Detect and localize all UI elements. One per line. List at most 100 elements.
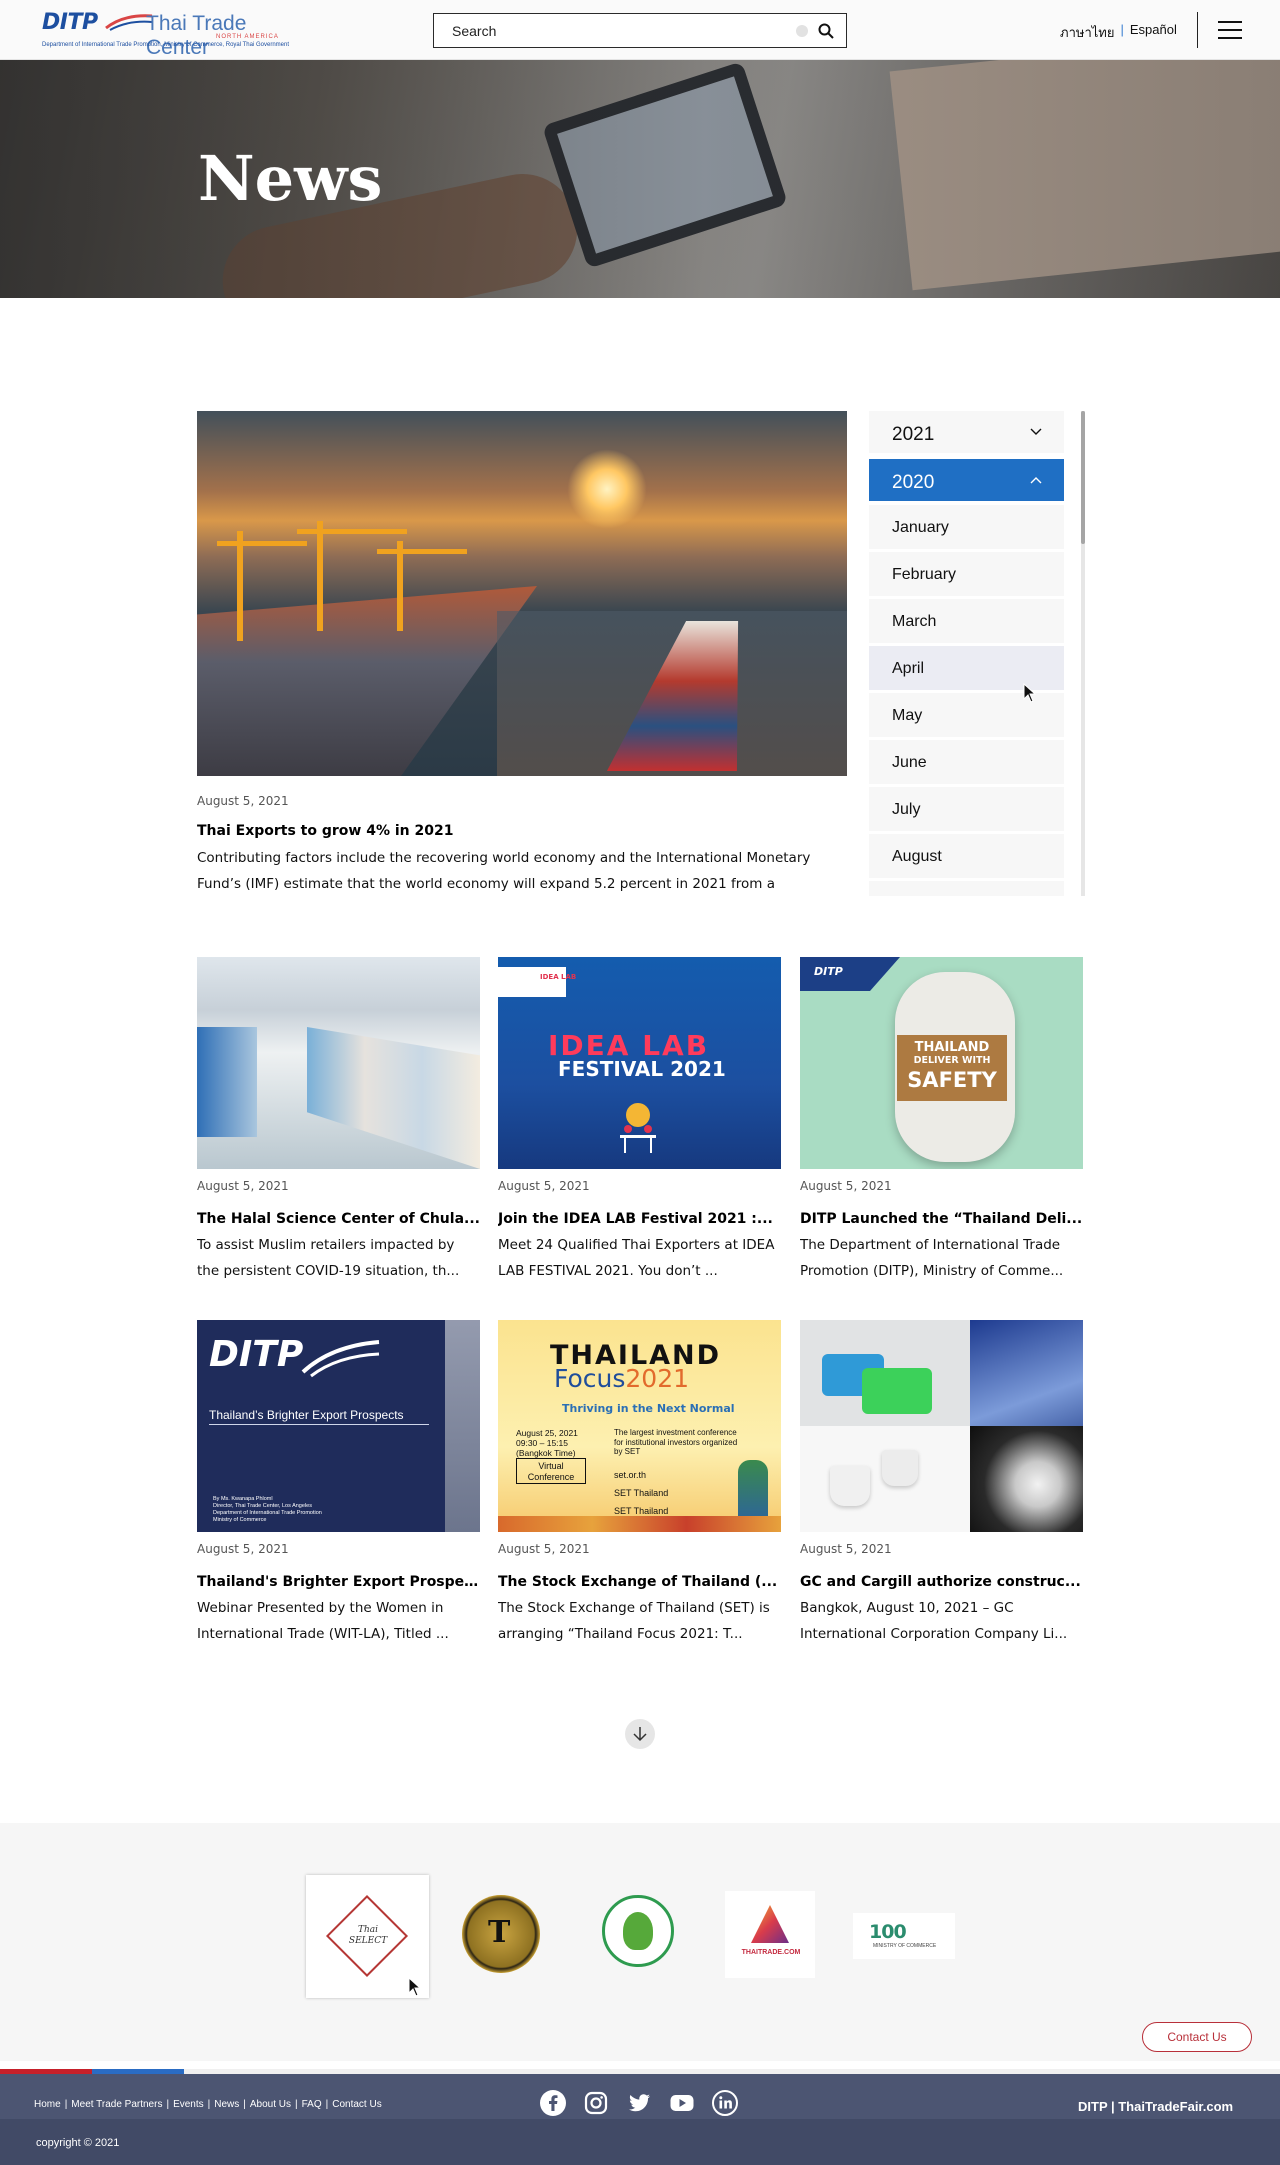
article-excerpt: Meet 24 Qualified Thai Exporters at IDEA… bbox=[498, 1237, 775, 1279]
idea-lab-tag bbox=[498, 967, 566, 997]
article-image-idea-lab[interactable]: IDEA LAB IDEA LAB FESTIVAL 2021 bbox=[498, 957, 781, 1169]
hamburger-menu-icon[interactable] bbox=[1218, 21, 1242, 39]
footer-brand[interactable]: DITP | ThaiTradeFair.com bbox=[1078, 2099, 1233, 2114]
facebook-icon[interactable] bbox=[540, 2090, 566, 2116]
archive-month-march[interactable]: March bbox=[869, 599, 1064, 645]
search-box bbox=[433, 13, 847, 48]
thailand-line: THAILAND bbox=[914, 1040, 990, 1055]
footer-link-contact-us[interactable]: Contact Us bbox=[332, 2099, 381, 2110]
commerce-100-label: MINISTRY OF COMMERCE bbox=[873, 1943, 937, 1949]
archive-month-august[interactable]: August bbox=[869, 834, 1064, 880]
conference-links: set.or.th SET Thailand SET Thailand bbox=[614, 1466, 668, 1520]
ministry-of-commerce-100-logo[interactable]: 100 MINISTRY OF COMMERCE bbox=[853, 1913, 955, 1959]
article-date: August 5, 2021 bbox=[197, 1179, 289, 1193]
youtube-icon[interactable] bbox=[669, 2090, 695, 2116]
agriculture-ministry-logo[interactable] bbox=[602, 1895, 674, 1967]
safety-line: SAFETY bbox=[907, 1068, 997, 1092]
thailand-trust-mark-logo[interactable]: T bbox=[462, 1895, 540, 1973]
language-separator: | bbox=[1120, 22, 1124, 37]
lightbulb-icon bbox=[620, 1103, 656, 1153]
language-switcher: ภาษาไทย | Español bbox=[1060, 22, 1177, 43]
ditp-brand-text: DITP bbox=[209, 1334, 304, 1375]
temple-skyline-shape bbox=[498, 1516, 781, 1532]
hero-overlay bbox=[0, 60, 1280, 298]
hero-banner: News bbox=[0, 60, 1280, 298]
archive-month-january[interactable]: January bbox=[869, 505, 1064, 551]
focus-word: Focus bbox=[554, 1364, 626, 1393]
archive-year-2020[interactable]: 2020 bbox=[869, 459, 1064, 503]
footer-separator: | bbox=[243, 2099, 246, 2110]
archive-month-partial[interactable] bbox=[869, 881, 1064, 896]
article-title[interactable]: The Stock Exchange of Thailand (... bbox=[498, 1574, 781, 1590]
article-title[interactable]: DITP Launched the “Thailand Deli... bbox=[800, 1211, 1083, 1227]
archive-year-2021[interactable]: 2021 bbox=[869, 411, 1064, 455]
crane-shape bbox=[397, 541, 403, 631]
article-title[interactable]: Join the IDEA LAB Festival 2021 :... bbox=[498, 1211, 781, 1227]
article-image-halal[interactable] bbox=[197, 957, 480, 1169]
shelf-shape bbox=[197, 1027, 257, 1137]
archive-month-february[interactable]: February bbox=[869, 552, 1064, 598]
archive-scrollbar-thumb[interactable] bbox=[1081, 411, 1085, 544]
article-title[interactable]: Thailand's Brighter Export Prospe... bbox=[197, 1574, 480, 1590]
footer-separator: | bbox=[64, 2099, 68, 2110]
archive-month-june[interactable]: June bbox=[869, 740, 1064, 786]
idea-lab-tag-text: IDEA LAB bbox=[540, 973, 577, 981]
article-date: August 5, 2021 bbox=[498, 1542, 590, 1556]
crane-shape bbox=[237, 531, 243, 641]
chevron-up-icon bbox=[1030, 477, 1042, 484]
crane-shape bbox=[297, 529, 407, 534]
instagram-icon[interactable] bbox=[583, 2090, 609, 2116]
thaitrade-label: THAITRADE.COM bbox=[741, 1949, 801, 1956]
logo-mark: DITP bbox=[42, 10, 98, 35]
logo-tagline: Department of International Trade Promot… bbox=[42, 42, 289, 48]
article-image-export-prospects[interactable]: DITP Thailand’s Brighter Export Prospect… bbox=[197, 1320, 480, 1532]
article-title[interactable]: The Halal Science Center of Chula... bbox=[197, 1211, 480, 1227]
article-date: August 5, 2021 bbox=[498, 1179, 590, 1193]
article-date: August 5, 2021 bbox=[800, 1542, 892, 1556]
language-spanish-link[interactable]: Español bbox=[1130, 22, 1177, 43]
footer-link-meet-trade-partners[interactable]: Meet Trade Partners bbox=[71, 2099, 162, 2110]
focus-year: 2021 bbox=[625, 1364, 690, 1393]
crane-shape bbox=[317, 521, 323, 631]
presenter-credits: By Ms. Kwanapa Phloml Director, Thai Tra… bbox=[213, 1496, 322, 1523]
featured-article-date: August 5, 2021 bbox=[197, 794, 289, 808]
language-thai-link[interactable]: ภาษาไทย bbox=[1060, 22, 1114, 43]
article-title[interactable]: GC and Cargill authorize construc... bbox=[800, 1574, 1083, 1590]
arrow-down-icon bbox=[633, 1727, 647, 1742]
green-spool-shape bbox=[862, 1368, 932, 1414]
featured-article-title[interactable]: Thai Exports to grow 4% in 2021 bbox=[197, 823, 847, 839]
article-excerpt: Bangkok, August 10, 2021 – GC Internatio… bbox=[800, 1600, 1068, 1642]
featured-article-excerpt: Contributing factors include the recover… bbox=[197, 850, 811, 892]
article-excerpt: To assist Muslim retailers impacted by t… bbox=[197, 1237, 460, 1279]
commerce-100-number: 100 bbox=[869, 1921, 907, 1943]
load-more-button[interactable] bbox=[625, 1719, 655, 1749]
archive-month-july[interactable]: July bbox=[869, 787, 1064, 833]
article-image-gc-cargill[interactable] bbox=[800, 1320, 1083, 1532]
twitter-icon[interactable] bbox=[626, 2090, 652, 2116]
site-header: DITP Thai Trade Center NORTH AMERICA Dep… bbox=[0, 0, 1280, 60]
thaitrade-triangle bbox=[751, 1905, 789, 1943]
clear-search-icon[interactable] bbox=[796, 25, 808, 37]
cup-shape bbox=[882, 1450, 918, 1486]
footer-separator: | bbox=[295, 2099, 298, 2110]
footer-link-about-us[interactable]: About Us bbox=[250, 2099, 291, 2110]
search-input[interactable] bbox=[434, 14, 794, 47]
export-prospects-banner: Thailand’s Brighter Export Prospects bbox=[209, 1408, 404, 1422]
footer-link-events[interactable]: Events bbox=[173, 2099, 204, 2110]
search-icon[interactable] bbox=[818, 23, 834, 39]
mouse-cursor-icon bbox=[408, 1977, 422, 1997]
contact-us-button[interactable]: Contact Us bbox=[1142, 2022, 1252, 2052]
banner-underline bbox=[209, 1424, 429, 1425]
featured-article-image[interactable] bbox=[197, 411, 847, 776]
ditp-logo[interactable]: DITP Thai Trade Center NORTH AMERICA Dep… bbox=[42, 8, 302, 59]
article-image-thailand-focus[interactable]: THAILAND Focus2021 Thriving in the Next … bbox=[498, 1320, 781, 1532]
footer-separator: | bbox=[325, 2099, 329, 2110]
footer-link-home[interactable]: Home bbox=[34, 2099, 61, 2110]
footer-link-faq[interactable]: FAQ bbox=[302, 2099, 322, 2110]
trust-mark-letter: T bbox=[488, 1915, 511, 1950]
footer-link-news[interactable]: News bbox=[214, 2099, 239, 2110]
linkedin-icon[interactable] bbox=[712, 2090, 738, 2116]
website-link-text: set.or.th bbox=[614, 1470, 647, 1480]
article-image-thailand-deliver[interactable]: DITP THAILAND DELIVER WITH SAFETY bbox=[800, 957, 1083, 1169]
thaitrade-com-logo[interactable]: THAITRADE.COM bbox=[725, 1891, 815, 1978]
